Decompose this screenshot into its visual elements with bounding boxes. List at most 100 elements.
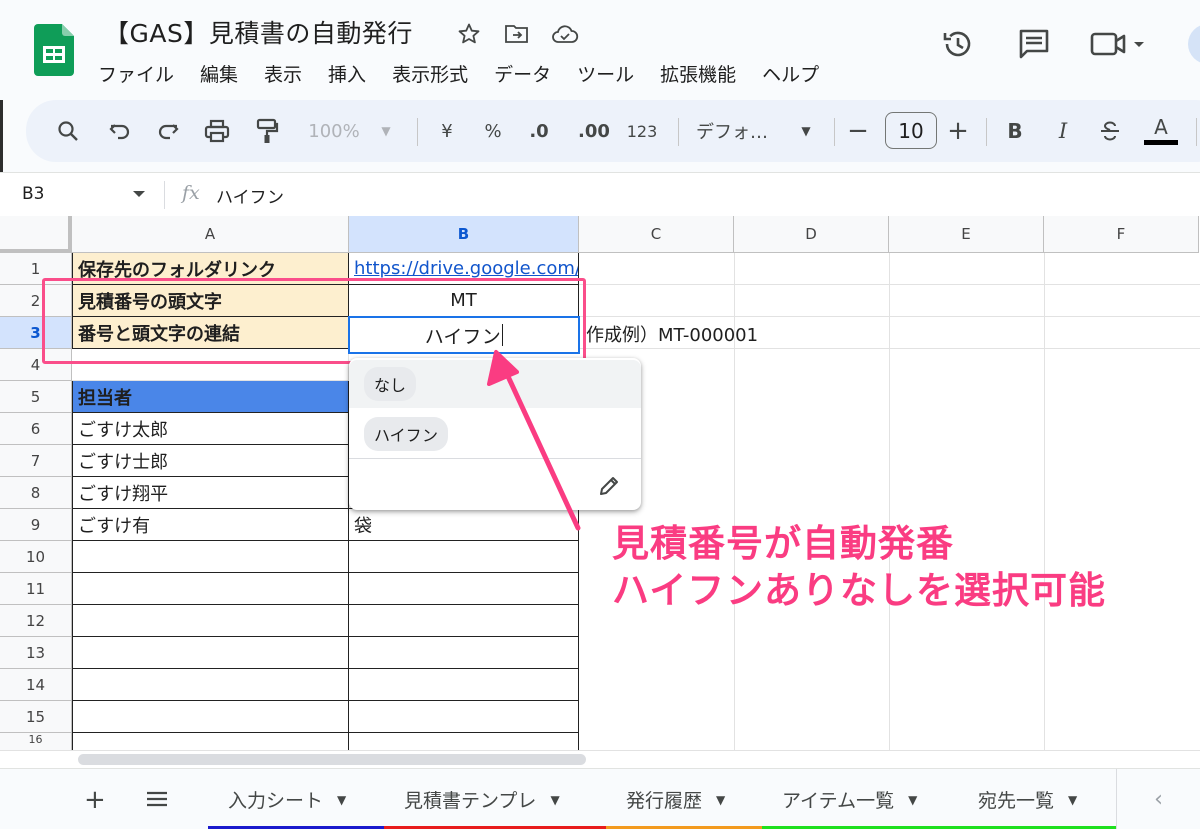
more-formats-button[interactable]: 123 [624, 100, 660, 162]
menu-view[interactable]: 表示 [264, 60, 315, 87]
column-header-c[interactable]: C [579, 216, 734, 253]
redo-icon[interactable] [154, 100, 182, 162]
row-header-5[interactable]: 5 [0, 381, 72, 413]
percent-format-button[interactable]: % [480, 100, 506, 162]
decrease-font-size-button[interactable]: − [846, 100, 870, 162]
row-header-14[interactable]: 14 [0, 669, 72, 701]
cell-b12[interactable] [349, 605, 579, 637]
decrease-decimal-button[interactable]: .0 [522, 100, 556, 162]
tab-chevron-down-icon[interactable]: ▼ [908, 793, 917, 807]
italic-button[interactable]: I [1052, 100, 1074, 162]
cell-c3[interactable]: 作成例）MT-000001 [586, 321, 758, 347]
star-icon[interactable] [455, 20, 483, 48]
pencil-edit-icon[interactable] [597, 474, 621, 498]
cell-a13[interactable] [72, 637, 349, 669]
select-all-corner[interactable] [0, 216, 72, 253]
zoom-chevron-down-icon[interactable]: ▼ [376, 100, 396, 162]
menu-data[interactable]: データ [494, 60, 564, 87]
cell-a6[interactable]: ごすけ太郎 [72, 413, 349, 445]
row-header-12[interactable]: 12 [0, 605, 72, 637]
cell-a16[interactable] [72, 733, 349, 750]
sheet-grid[interactable]: A B C D E F 1 2 3 4 5 6 7 8 9 10 11 12 1… [0, 216, 1200, 750]
sheet-tab-input[interactable]: 入力シート ▼ [208, 769, 384, 829]
bold-button[interactable]: B [1004, 100, 1026, 162]
column-header-b[interactable]: B [349, 216, 579, 253]
row-header-8[interactable]: 8 [0, 477, 72, 509]
tab-chevron-down-icon[interactable]: ▼ [550, 793, 559, 807]
font-size-input[interactable]: 10 [885, 112, 937, 149]
cell-a9[interactable]: ごすけ有 [72, 509, 349, 541]
cell-a14[interactable] [72, 669, 349, 701]
all-sheets-menu-icon[interactable] [146, 791, 168, 807]
name-box[interactable]: B3 [22, 184, 44, 204]
row-header-13[interactable]: 13 [0, 637, 72, 669]
menu-file[interactable]: ファイル [98, 60, 187, 87]
cell-a12[interactable] [72, 605, 349, 637]
dropdown-option-none[interactable]: なし [349, 360, 641, 408]
zoom-select[interactable]: 100% [302, 100, 366, 162]
account-avatar[interactable] [1188, 24, 1200, 64]
cell-a11[interactable] [72, 573, 349, 605]
row-header-16[interactable]: 16 [0, 733, 72, 750]
cell-a15[interactable] [72, 701, 349, 733]
name-box-chevron-down-icon[interactable] [132, 190, 146, 199]
tab-chevron-down-icon[interactable]: ▼ [716, 793, 725, 807]
cell-b14[interactable] [349, 669, 579, 701]
row-header-7[interactable]: 7 [0, 445, 72, 477]
cell-b9[interactable]: 袋 [349, 509, 579, 541]
menu-insert[interactable]: 挿入 [328, 60, 379, 87]
cell-b15[interactable] [349, 701, 579, 733]
increase-decimal-button[interactable]: .00 [574, 100, 614, 162]
comments-icon[interactable] [1014, 24, 1054, 64]
tab-scroll-left-icon[interactable]: ‹ [1116, 769, 1200, 829]
menu-extensions[interactable]: 拡張機能 [660, 60, 749, 87]
row-header-10[interactable]: 10 [0, 541, 72, 573]
cloud-saved-icon[interactable] [551, 20, 579, 48]
column-header-f[interactable]: F [1044, 216, 1199, 253]
menu-edit[interactable]: 編集 [200, 60, 251, 87]
move-folder-icon[interactable] [503, 20, 531, 48]
dropdown-option-hyphen[interactable]: ハイフン [349, 410, 641, 458]
tab-chevron-down-icon[interactable]: ▼ [337, 793, 346, 807]
cell-b11[interactable] [349, 573, 579, 605]
scrollbar-thumb[interactable] [78, 754, 586, 765]
cell-b16[interactable] [349, 733, 579, 750]
row-header-11[interactable]: 11 [0, 573, 72, 605]
sheet-tab-history[interactable]: 発行履歴 ▼ [606, 769, 762, 829]
version-history-icon[interactable] [938, 24, 978, 64]
cell-b10[interactable] [349, 541, 579, 573]
cell-a5[interactable]: 担当者 [72, 381, 349, 413]
search-menus-icon[interactable] [52, 100, 84, 162]
document-title[interactable]: 【GAS】見積書の自動発行 [104, 14, 413, 50]
font-chevron-down-icon[interactable]: ▼ [796, 100, 816, 162]
column-header-e[interactable]: E [889, 216, 1044, 253]
font-family-select[interactable]: デフォ… [696, 100, 782, 162]
sheet-tab-recipients[interactable]: 宛先一覧 ▼ [958, 769, 1116, 829]
row-header-6[interactable]: 6 [0, 413, 72, 445]
cell-b13[interactable] [349, 637, 579, 669]
increase-font-size-button[interactable]: + [946, 100, 970, 162]
formula-input[interactable]: ハイフン [216, 183, 284, 208]
row-header-15[interactable]: 15 [0, 701, 72, 733]
meet-icon[interactable] [1090, 24, 1146, 64]
strikethrough-icon[interactable] [1098, 100, 1122, 162]
print-icon[interactable] [201, 100, 233, 162]
undo-icon[interactable] [106, 100, 134, 162]
sheets-logo-icon[interactable] [34, 24, 74, 76]
sheet-tab-items[interactable]: アイテム一覧 ▼ [762, 769, 958, 829]
menu-format[interactable]: 表示形式 [392, 60, 481, 87]
cell-a8[interactable]: ごすけ翔平 [72, 477, 349, 509]
text-color-button[interactable]: A [1144, 100, 1178, 162]
cell-a10[interactable] [72, 541, 349, 573]
add-sheet-button[interactable]: + [84, 785, 106, 815]
cell-a7[interactable]: ごすけ士郎 [72, 445, 349, 477]
column-header-a[interactable]: A [72, 216, 349, 253]
paint-format-icon[interactable] [251, 100, 283, 162]
row-header-9[interactable]: 9 [0, 509, 72, 541]
menu-tools[interactable]: ツール [577, 60, 647, 87]
sheet-tab-template[interactable]: 見積書テンプレ ▼ [384, 769, 606, 829]
menu-help[interactable]: ヘルプ [762, 60, 832, 87]
tab-chevron-down-icon[interactable]: ▼ [1068, 793, 1077, 807]
column-header-d[interactable]: D [734, 216, 889, 253]
horizontal-scrollbar[interactable] [0, 750, 1200, 768]
